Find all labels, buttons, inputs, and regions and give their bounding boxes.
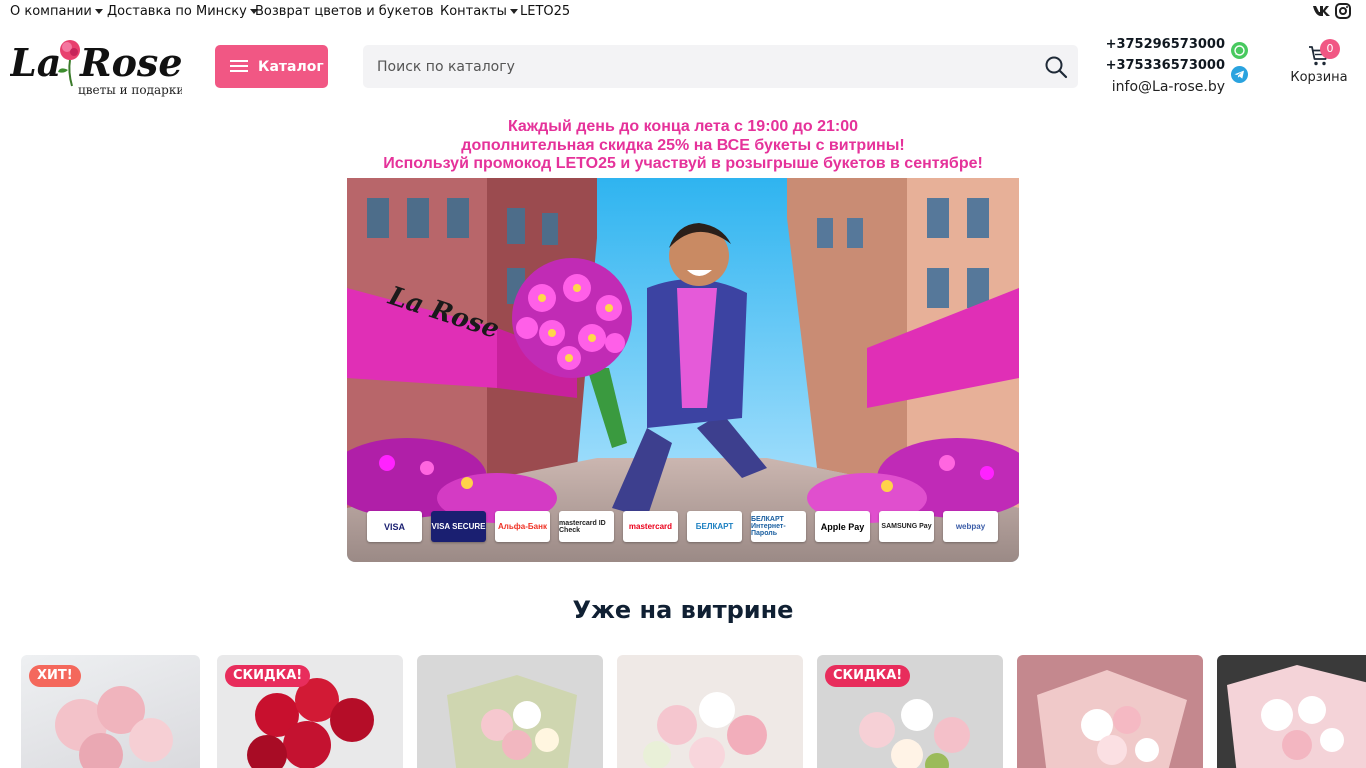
promo-line-2: дополнительная скидка 25% на ВСЕ букеты …: [461, 136, 905, 154]
menu-icon: [230, 60, 248, 73]
payment-methods: VISA VISA SECURE Альфа-Банк mastercard I…: [367, 511, 998, 543]
product-card[interactable]: [1217, 655, 1366, 768]
product-card[interactable]: ХИТ!: [21, 655, 200, 768]
product-image: [1227, 665, 1366, 768]
nav-item-label: Доставка по Минску: [107, 4, 247, 19]
product-badge: ХИТ!: [29, 665, 81, 687]
nav-item-label: О компании: [10, 4, 92, 19]
apple-pay-logo: Apple Pay: [815, 511, 870, 542]
phone-link-1[interactable]: +375296573000: [1100, 34, 1225, 55]
product-badge: СКИДКА!: [825, 665, 911, 687]
svg-text:Rose: Rose: [79, 40, 182, 85]
search-input[interactable]: [377, 45, 1017, 88]
alfa-bank-logo: Альфа-Банк: [495, 511, 550, 542]
nav-item-label: Контакты: [440, 4, 507, 19]
nav-item-returns[interactable]: Возврат цветов и букетов: [255, 4, 434, 19]
caret-down-icon: [509, 9, 518, 14]
banner-illustration: La Rose: [347, 178, 1019, 562]
webpay-logo: webpay: [943, 511, 998, 542]
product-badge: СКИДКА!: [225, 665, 311, 687]
product-image: [447, 675, 577, 768]
cart-count-badge: 0: [1320, 39, 1340, 59]
whatsapp-icon[interactable]: [1231, 42, 1248, 59]
product-card[interactable]: СКИДКА!: [817, 655, 1003, 768]
product-carousel: ХИТ! СКИДКА! СКИДКА!: [0, 655, 1366, 768]
phone-link-2[interactable]: +375336573000: [1100, 55, 1225, 76]
product-image: [1037, 670, 1187, 768]
search-icon[interactable]: [1044, 55, 1068, 79]
top-navigation: О компании Доставка по Минску Возврат цв…: [0, 0, 1366, 24]
promo-banner[interactable]: La Rose VISA VISA SECURE Альфа-Банк mast…: [347, 178, 1019, 562]
visa-logo: VISA: [367, 511, 422, 542]
cart-label: Корзина: [1290, 70, 1348, 85]
catalog-button-label: Каталог: [258, 58, 324, 75]
promo-text: Каждый день до конца лета с 19:00 до 21:…: [347, 118, 1019, 174]
product-image: [643, 692, 767, 768]
header-contacts: +375296573000 +375336573000 info@La-rose…: [1100, 34, 1225, 98]
product-card[interactable]: [617, 655, 803, 768]
svg-text:цветы и подарки: цветы и подарки: [78, 83, 182, 97]
nav-item-label: Возврат цветов и букетов: [255, 4, 434, 19]
product-card[interactable]: [1017, 655, 1203, 768]
product-card[interactable]: [417, 655, 603, 768]
mastercard-id-check-logo: mastercard ID Check: [559, 511, 614, 542]
nav-item-promo[interactable]: LETO25: [520, 4, 570, 19]
vk-icon[interactable]: [1312, 2, 1332, 20]
nav-item-label: LETO25: [520, 4, 571, 19]
promo-line-1: Каждый день до конца лета с 19:00 до 21:…: [507, 118, 859, 135]
instagram-icon[interactable]: [1334, 2, 1352, 20]
email-link[interactable]: info@La-rose.by: [1100, 76, 1225, 98]
nav-item-about[interactable]: О компании: [10, 4, 103, 19]
product-card[interactable]: СКИДКА!: [217, 655, 403, 768]
cart-button[interactable]: 0 Корзина: [1286, 36, 1352, 92]
samsung-pay-logo: SAMSUNG Pay: [879, 511, 934, 542]
nav-item-delivery[interactable]: Доставка по Минску: [107, 4, 258, 19]
belkart-logo: БЕЛКАРТ: [687, 511, 742, 542]
catalog-button[interactable]: Каталог: [215, 45, 328, 88]
telegram-icon[interactable]: [1231, 66, 1248, 83]
site-logo[interactable]: La Rose цветы и подарки: [9, 36, 184, 98]
promo-line-3: Используй промокод LETO25 и участвуй в р…: [383, 155, 983, 172]
mastercard-logo: mastercard: [623, 511, 678, 542]
showcase-title: Уже на витрине: [572, 596, 794, 624]
nav-item-contacts[interactable]: Контакты: [440, 4, 518, 19]
belkart-password-logo: БЕЛКАРТ Интернет-Пароль: [751, 511, 806, 542]
caret-down-icon: [94, 9, 103, 14]
visa-secure-logo: VISA SECURE: [431, 511, 486, 542]
search-bar: [363, 45, 1078, 88]
svg-text:La: La: [10, 40, 61, 85]
